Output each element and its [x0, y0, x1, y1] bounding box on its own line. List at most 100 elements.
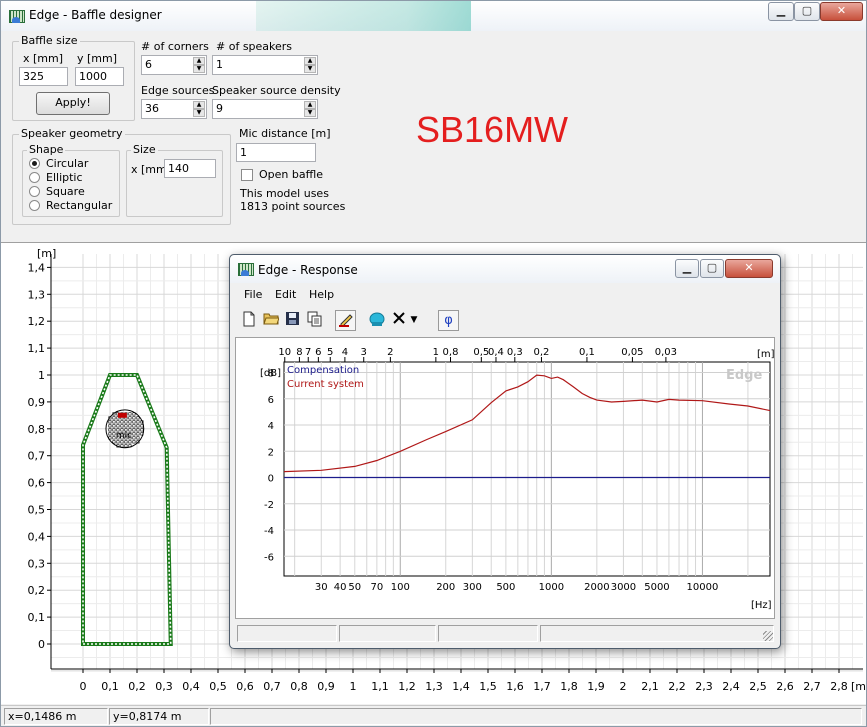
legend-entry: Current system [287, 379, 364, 390]
status-empty [210, 708, 862, 725]
x-tick-label: 0,9 [317, 680, 335, 693]
menu-help[interactable]: Help [309, 288, 334, 301]
model-info-line2: 1813 point sources [240, 200, 346, 213]
corners-spinner[interactable]: 6 ▲ ▼ [141, 55, 207, 75]
dropdown-arrow-icon[interactable]: ▼ [408, 310, 420, 331]
top-tick-label: 0,8 [443, 347, 459, 358]
x-tick-label: 300 [463, 582, 482, 593]
response-top-unit: [m] [757, 349, 774, 360]
spin-up-icon[interactable]: ▲ [304, 57, 316, 65]
open-folder-icon[interactable] [260, 310, 281, 331]
source-density-label: Speaker source density [212, 84, 341, 97]
mic-distance-input[interactable]: 1 [236, 143, 316, 162]
speaker-source-point [120, 444, 124, 448]
spin-up-icon[interactable]: ▲ [304, 101, 316, 109]
speaker-icon[interactable] [366, 310, 387, 331]
x-tick-label: 0 [80, 680, 87, 693]
speakers-spinner[interactable]: 1 ▲ ▼ [212, 55, 318, 75]
mic-label: mic [116, 431, 132, 441]
x-tick-label: 200 [436, 582, 455, 593]
menu-file[interactable]: File [244, 288, 262, 301]
resize-grip-icon[interactable] [763, 631, 773, 641]
x-tick-label: 0,6 [236, 680, 254, 693]
speaker-source-point [128, 412, 132, 416]
menu-edit[interactable]: Edit [275, 288, 296, 301]
shape-rectangular-label: Rectangular [46, 199, 113, 212]
mic-distance-label: Mic distance [m] [239, 127, 331, 140]
delete-icon[interactable] [388, 310, 409, 331]
x-tick-label: 500 [496, 582, 515, 593]
top-tick-label: 5 [327, 347, 333, 358]
spin-down-icon[interactable]: ▼ [304, 65, 316, 73]
minimize-button[interactable]: ▁ [768, 2, 794, 21]
spin-down-icon[interactable]: ▼ [304, 109, 316, 117]
x-tick-label: 70 [370, 582, 383, 593]
speaker-source-point [128, 416, 132, 420]
speaker-geometry-title: Speaker geometry [19, 127, 125, 140]
y-tick-label: 6 [268, 395, 274, 406]
y-tick-label: 0,4 [28, 530, 46, 543]
spin-down-icon[interactable]: ▼ [193, 109, 205, 117]
shape-title: Shape [27, 143, 66, 156]
speaker-source-point [112, 436, 116, 440]
corners-label: # of corners [141, 40, 209, 53]
y-tick-label: 0,5 [28, 504, 46, 517]
phase-icon[interactable]: φ [438, 310, 459, 331]
x-tick-label: 0,7 [263, 680, 281, 693]
baffle-x-input[interactable]: 325 [19, 67, 68, 86]
spin-up-icon[interactable]: ▲ [193, 57, 205, 65]
speaker-source-point [132, 416, 136, 420]
response-top-ticks: 10 8 7 6 5 4 3 2 1 0,8 0,50,4 0,3 0,2 0,1 0,05 0,03 [278, 347, 677, 362]
shape-circular-label: Circular [46, 157, 89, 170]
x-tick-label: 0,1 [101, 680, 119, 693]
speaker-source-point [112, 416, 116, 420]
x-tick-label: 2 [620, 680, 627, 693]
baffle-y-input[interactable]: 1000 [75, 67, 124, 86]
shape-elliptic-label: Elliptic [46, 171, 83, 184]
x-tick-label: 10000 [687, 582, 719, 593]
response-close-button[interactable]: ✕ [725, 259, 773, 278]
x-tick-label: 2,4 [722, 680, 740, 693]
radio-elliptic[interactable] [29, 172, 40, 183]
speakers-label: # of speakers [216, 40, 293, 53]
response-maximize-button[interactable]: ▢ [700, 259, 724, 278]
response-chart-svg[interactable]: 10 8 7 6 5 4 3 2 1 0,8 0,50,4 0,3 0,2 0,1 0,05 0,03 30 4… [236, 338, 775, 618]
spin-down-icon[interactable]: ▼ [193, 65, 205, 73]
radio-square[interactable] [29, 186, 40, 197]
spin-up-icon[interactable]: ▲ [193, 101, 205, 109]
source-density-spinner[interactable]: 9 ▲ ▼ [212, 99, 318, 119]
maximize-button[interactable]: ▢ [794, 2, 820, 21]
close-button[interactable]: ✕ [820, 2, 863, 21]
radio-rectangular[interactable] [29, 200, 40, 211]
shape-square-label: Square [46, 185, 85, 198]
new-file-icon[interactable] [238, 310, 259, 331]
response-minimize-button[interactable]: ▁ [675, 259, 699, 278]
baffle-y-label: y [mm] [77, 52, 118, 65]
corners-value: 6 [145, 58, 152, 71]
speaker-source-point [116, 424, 120, 428]
open-baffle-checkbox[interactable] [241, 169, 253, 181]
y-tick-label: -4 [264, 526, 274, 537]
response-chart[interactable]: 10 8 7 6 5 4 3 2 1 0,8 0,5 0,4 0,3 0,2 0,1 0,05 0,03 30 4… [235, 337, 775, 619]
edge-sources-spinner[interactable]: 36 ▲ ▼ [141, 99, 207, 119]
pencil-icon[interactable] [335, 310, 356, 331]
y-tick-label: -6 [264, 552, 274, 563]
legend-entry: Compensation [287, 365, 359, 376]
apply-button[interactable]: Apply! [36, 92, 110, 115]
x-tick-label: 40 [334, 582, 347, 593]
response-title: Edge - Response [258, 263, 358, 277]
y-tick-label: 0,6 [28, 477, 46, 490]
y-tick-label: 2 [268, 447, 274, 458]
x-tick-label: 2,6 [776, 680, 794, 693]
copy-icon[interactable] [304, 310, 325, 331]
top-tick-label: 8 [296, 347, 302, 358]
main-titlebar[interactable]: Edge - Baffle designer ▁ ▢ ✕ [1, 1, 866, 31]
speaker-size-input[interactable]: 140 [164, 159, 216, 178]
speaker-source-point [132, 436, 136, 440]
response-status-cell [339, 625, 436, 642]
radio-circular[interactable] [29, 158, 40, 169]
save-icon[interactable] [282, 310, 303, 331]
status-bar: x=0,1486 m y=0,8174 m [1, 705, 866, 726]
response-titlebar[interactable]: Edge - Response ▁ ▢ ✕ [230, 255, 780, 283]
x-tick-label: 2,1 [641, 680, 659, 693]
